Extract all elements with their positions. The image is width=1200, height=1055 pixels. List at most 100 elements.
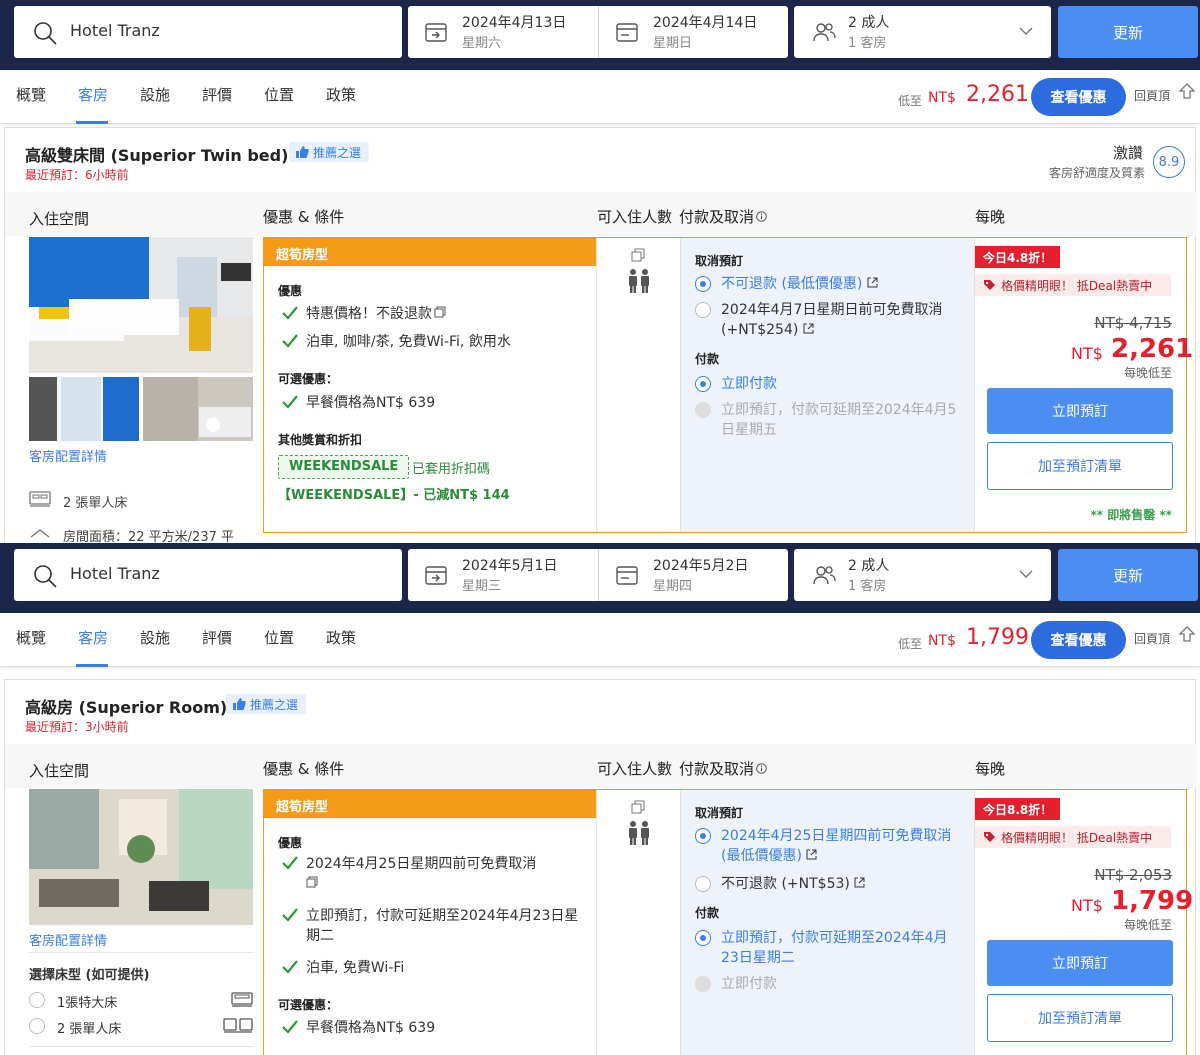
copy-icon[interactable] [631, 800, 645, 814]
col-header-pay: 付款及取消 [679, 758, 767, 779]
external-link-icon[interactable] [803, 323, 814, 334]
guests-icon [813, 23, 836, 42]
external-link-icon[interactable] [867, 277, 878, 288]
external-link-icon[interactable] [854, 877, 865, 888]
check-icon [282, 306, 298, 320]
radio-selected[interactable] [695, 276, 711, 292]
info-icon[interactable] [756, 763, 767, 774]
cancel-option-nonrefundable[interactable]: 不可退款 (+NT$53) [695, 874, 965, 894]
external-link-icon[interactable] [806, 849, 817, 860]
tab-facilities[interactable]: 設施 [140, 84, 170, 105]
book-now-button[interactable]: 立即預訂 [987, 388, 1173, 434]
tab-overview[interactable]: 概覽 [16, 627, 46, 648]
tab-location[interactable]: 位置 [264, 627, 294, 648]
checkout-date[interactable]: 2024年4月14日 星期日 [598, 6, 788, 58]
tab-rooms[interactable]: 客房 [78, 627, 108, 648]
radio-selected[interactable] [695, 930, 711, 946]
radio-disabled [695, 402, 711, 418]
add-to-list-button[interactable]: 加至預訂清單 [987, 442, 1173, 490]
bed-option-twin-radio[interactable] [29, 1018, 45, 1034]
room-card: 高級雙床間 (Superior Twin bed) 推薦之選 最近預訂：6小時前… [4, 127, 1197, 543]
pay-label: 付款 [695, 906, 720, 920]
room-photo-main[interactable] [29, 237, 253, 373]
bed-option-twin[interactable]: 2 張單人床 [57, 1018, 121, 1037]
tag-icon [984, 280, 995, 290]
back-to-top-icon[interactable] [1178, 625, 1196, 643]
check-icon [282, 334, 298, 348]
cancel-option-nonrefundable[interactable]: 不可退款 (最低價優惠) [695, 274, 965, 294]
coupon-code[interactable]: WEEKENDSALE [278, 455, 410, 479]
info-icon[interactable] [756, 211, 767, 222]
back-to-top-link[interactable]: 回頁頂 [1134, 630, 1170, 647]
tab-policies[interactable]: 政策 [326, 84, 356, 105]
room-photo-thumb-2[interactable] [143, 377, 253, 441]
pay-option-later: 立即預訂，付款可延期至2024年4月5日星期五 [695, 400, 965, 440]
people-icon [629, 269, 649, 293]
book-now-button[interactable]: 立即預訂 [987, 940, 1173, 986]
check-icon [282, 960, 298, 974]
tab-location[interactable]: 位置 [264, 84, 294, 105]
thumbs-up-icon [296, 146, 309, 158]
discount-badge: 今日8.8折！ [975, 798, 1061, 820]
check-icon [282, 1020, 298, 1034]
calendar-checkin-icon [425, 23, 447, 42]
copy-icon[interactable] [631, 248, 645, 262]
date-range[interactable]: 2024年4月13日 星期六 2024年4月14日 星期日 [408, 6, 788, 58]
guests-selector[interactable]: 2 成人 1 客房 [794, 549, 1051, 601]
search-bar: Hotel Tranz 2024年5月1日 星期三 2024年5月2日 星期四 … [0, 543, 1200, 613]
king-bed-icon [231, 992, 253, 1007]
pay-option-later[interactable]: 立即預訂，付款可延期至2024年4月23日星期二 [695, 928, 965, 968]
radio-unselected[interactable] [695, 302, 711, 318]
tab-policies[interactable]: 政策 [326, 627, 356, 648]
checkout-date[interactable]: 2024年5月2日 星期四 [598, 549, 788, 601]
tab-rooms[interactable]: 客房 [78, 84, 108, 105]
date-range[interactable]: 2024年5月1日 星期三 2024年5月2日 星期四 [408, 549, 788, 601]
room-photo-main[interactable] [29, 789, 253, 925]
guests-selector[interactable]: 2 成人 1 客房 [794, 6, 1051, 58]
back-to-top-link[interactable]: 回頁頂 [1134, 87, 1170, 104]
update-button[interactable]: 更新 [1058, 549, 1198, 601]
checkin-date[interactable]: 2024年4月13日 星期六 [408, 6, 598, 58]
view-deals-button[interactable]: 查看優惠 [1031, 621, 1126, 659]
recommended-badge: 推薦之選 [289, 142, 370, 162]
room-config-link[interactable]: 客房配置詳情 [29, 930, 107, 949]
bed-option-king-radio[interactable] [29, 992, 45, 1008]
cancel-option-free[interactable]: 2024年4月25日星期四前可免費取消 (最低價優惠) [695, 826, 965, 866]
people-icon [629, 821, 649, 845]
update-button[interactable]: 更新 [1058, 6, 1198, 58]
checkin-weekday: 星期三 [462, 579, 502, 594]
pay-option-now: 立即付款 [695, 974, 965, 994]
destination-field[interactable]: Hotel Tranz [14, 6, 402, 58]
room-photo-thumb-1[interactable] [29, 377, 139, 441]
calendar-checkin-icon [425, 566, 447, 585]
destination-text: Hotel Tranz [70, 564, 160, 583]
per-night-label: 每晚低至 [1123, 366, 1172, 380]
tab-reviews[interactable]: 評價 [202, 84, 232, 105]
cancel-option-free[interactable]: 2024年4月7日星期日前可免費取消 (+NT$254) [695, 300, 965, 340]
recent-booking: 最近預訂：6小時前 [25, 168, 129, 182]
copy-icon[interactable] [306, 876, 318, 888]
radio-selected[interactable] [695, 376, 711, 392]
back-to-top-icon[interactable] [1178, 82, 1196, 100]
perks-label: 優惠 [278, 284, 303, 298]
radio-unselected[interactable] [695, 876, 711, 892]
tab-overview[interactable]: 概覽 [16, 84, 46, 105]
destination-field[interactable]: Hotel Tranz [14, 549, 402, 601]
tab-facilities[interactable]: 設施 [140, 627, 170, 648]
add-to-list-button[interactable]: 加至預訂清單 [987, 994, 1173, 1042]
copy-icon[interactable] [434, 306, 446, 318]
lowest-price-currency: NT$ [928, 90, 956, 106]
pay-label: 付款 [695, 352, 720, 366]
column-headers: 入住空間 優惠 & 條件 可入住人數 付款及取消 每晚 [5, 192, 1197, 236]
checkin-date[interactable]: 2024年5月1日 星期三 [408, 549, 598, 601]
tab-reviews[interactable]: 評價 [202, 627, 232, 648]
lowest-price-amount: 2,261 [966, 82, 1029, 107]
col-header-pay-text: 付款及取消 [679, 208, 755, 226]
pay-option-now[interactable]: 立即付款 [695, 374, 965, 394]
view-deals-button[interactable]: 查看優惠 [1031, 78, 1126, 116]
room-config-link[interactable]: 客房配置詳情 [29, 446, 107, 465]
bed-option-king[interactable]: 1張特大床 [57, 992, 117, 1011]
original-price: NT$ 4,715 [1094, 314, 1172, 332]
col-header-pay: 付款及取消 [679, 206, 767, 227]
radio-selected[interactable] [695, 828, 711, 844]
